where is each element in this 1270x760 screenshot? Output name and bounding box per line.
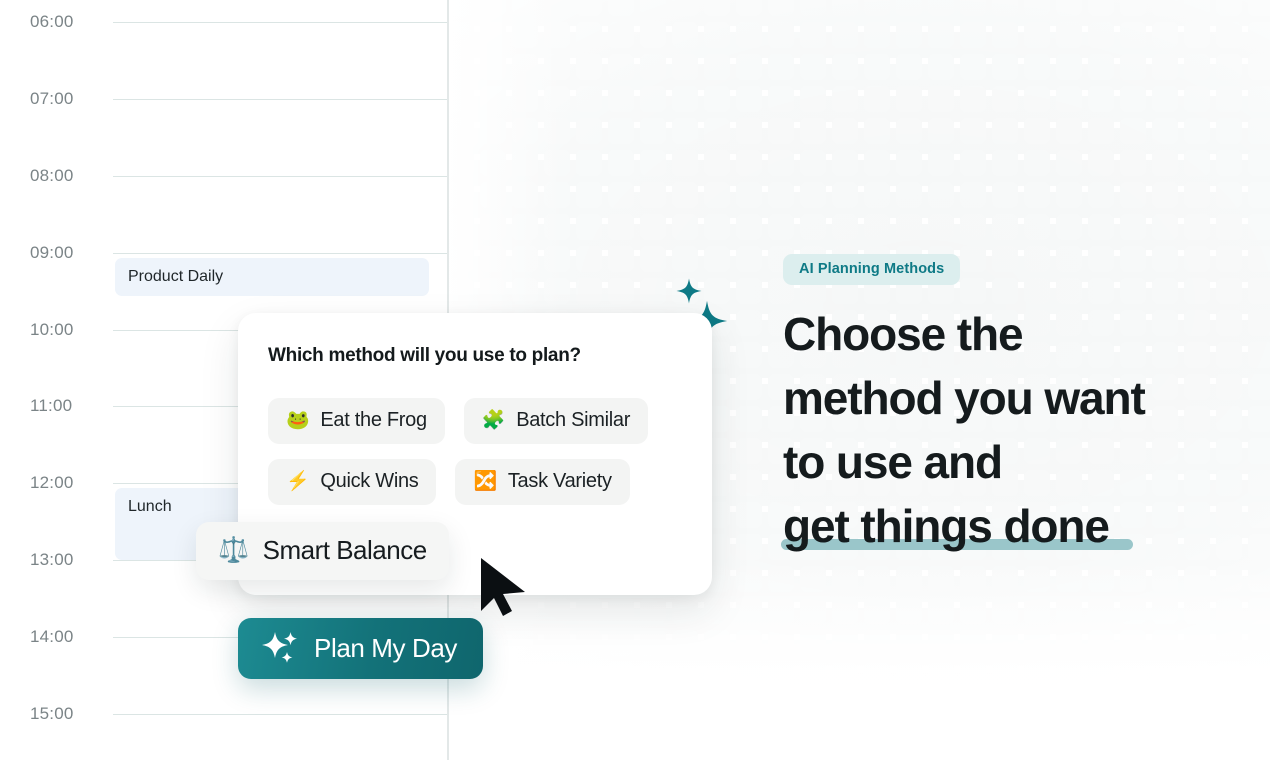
- method-chip-row: ⚡ Quick Wins 🔀 Task Variety: [268, 459, 682, 505]
- shuffle-emoji: 🔀: [473, 471, 497, 492]
- headline-line: Choose the: [783, 308, 1024, 360]
- method-chip-label: Task Variety: [507, 470, 612, 492]
- calendar-hour-label: 10:00: [30, 320, 74, 339]
- method-chip-grid: 🐸 Eat the Frog 🧩 Batch Similar ⚡ Quick Wins 🔀 T…: [268, 398, 682, 520]
- puzzle-piece-emoji: 🧩: [481, 410, 506, 431]
- calendar-hour-line: [113, 714, 447, 715]
- headline-line: method you want: [783, 372, 1146, 424]
- sparkles-icon: [260, 630, 300, 668]
- calendar-hour-line: [113, 99, 447, 100]
- plan-my-day-label: Plan My Day: [314, 633, 457, 663]
- method-chip-row: 🐸 Eat the Frog 🧩 Batch Similar: [268, 398, 682, 444]
- method-chip-label: Batch Similar: [516, 409, 631, 431]
- calendar-event[interactable]: Product Daily: [115, 258, 429, 296]
- headline-line: to use and: [783, 436, 1003, 488]
- method-chip-label: Quick Wins: [320, 470, 419, 492]
- method-chip-label: Eat the Frog: [320, 409, 427, 431]
- status-badge: AI Planning Methods: [783, 254, 961, 285]
- method-chip-task-variety[interactable]: 🔀 Task Variety: [455, 459, 630, 505]
- app-root: 06:00 07:00 08:00 09:00 10:00 11:00 12:00 13:00…: [0, 0, 1270, 760]
- method-chip-batch-similar[interactable]: 🧩 Batch Similar: [463, 398, 649, 444]
- calendar-hour-line: [113, 22, 447, 23]
- calendar-hour-line: [113, 176, 447, 177]
- method-chip-quick-wins[interactable]: ⚡ Quick Wins: [268, 459, 437, 505]
- calendar-hour-line: [113, 253, 447, 254]
- lightning-bolt-emoji: ⚡: [286, 471, 310, 492]
- method-picker-question: Which method will you use to plan?: [268, 345, 581, 366]
- mouse-pointer-icon: [479, 556, 531, 623]
- page-title: Choose the method you want to use and get t…: [781, 302, 1203, 558]
- calendar-hour-label: 06:00: [30, 12, 74, 31]
- plan-my-day-button[interactable]: Plan My Day: [238, 618, 483, 679]
- method-chip-label: Smart Balance: [262, 535, 428, 565]
- calendar-hour-label: 09:00: [30, 243, 74, 262]
- method-chip-eat-the-frog[interactable]: 🐸 Eat the Frog: [268, 398, 445, 444]
- calendar-hour-label: 07:00: [30, 89, 74, 108]
- calendar-hour-label: 12:00: [30, 473, 74, 492]
- frog-emoji: 🐸: [286, 410, 310, 431]
- calendar-hour-label: 14:00: [30, 627, 74, 646]
- calendar-hour-label: 13:00: [30, 550, 74, 569]
- calendar-hour-label: 08:00: [30, 166, 74, 185]
- balance-scale-emoji: ⚖️: [218, 536, 249, 564]
- method-chip-smart-balance[interactable]: ⚖️ Smart Balance: [196, 522, 449, 580]
- headline-line: get things done: [781, 494, 1203, 558]
- calendar-hour-label: 15:00: [30, 704, 74, 723]
- calendar-hour-label: 11:00: [30, 396, 73, 415]
